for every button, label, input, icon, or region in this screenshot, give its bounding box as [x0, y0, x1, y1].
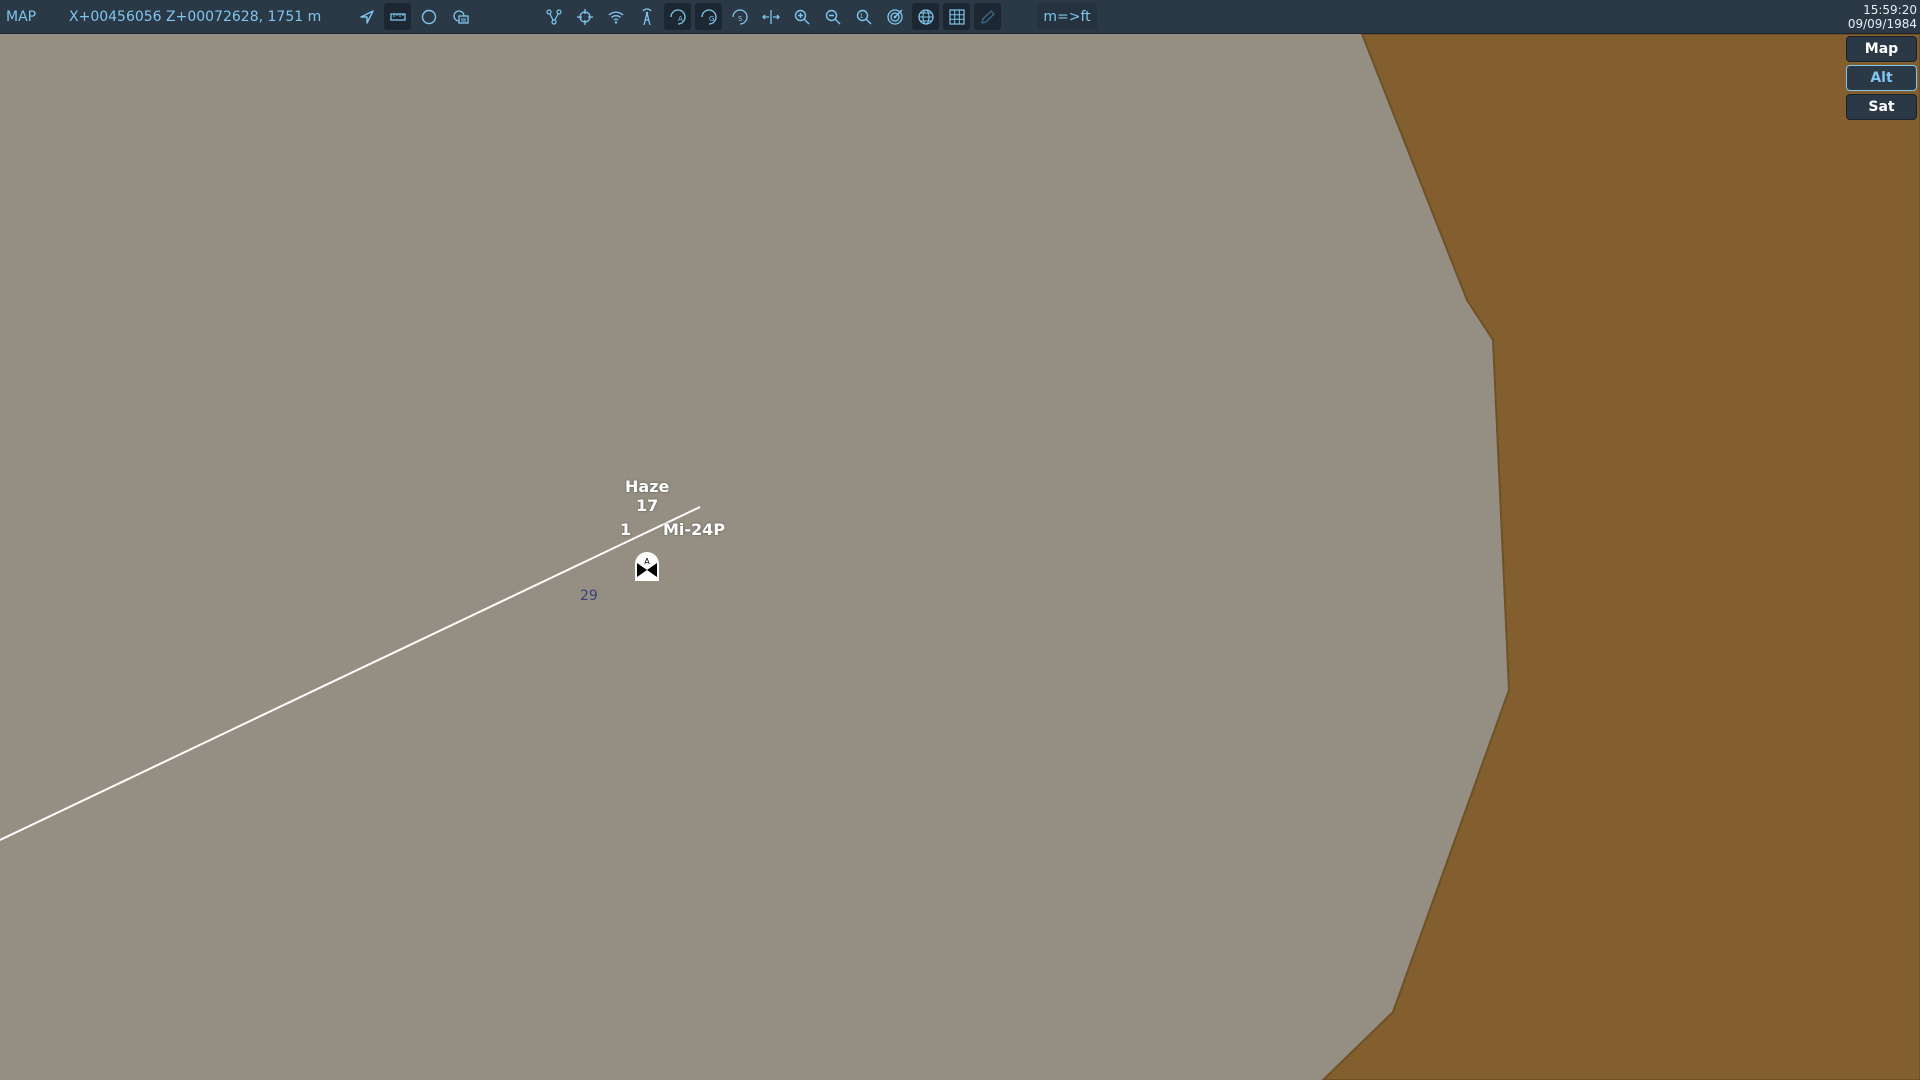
- zoom-reset-icon[interactable]: 1: [850, 3, 877, 30]
- svg-text:1: 1: [859, 13, 863, 20]
- zoom-in-icon[interactable]: [788, 3, 815, 30]
- high-terrain-region: [1321, 34, 1920, 1080]
- unit-type: Mi-24P: [663, 520, 726, 539]
- unit-callsign: Haze: [625, 477, 670, 496]
- clock: 15:59:20 09/09/1984: [1848, 3, 1917, 31]
- unit-conversion-button[interactable]: m=>ft: [1037, 3, 1097, 30]
- filter-g-icon[interactable]: G: [695, 3, 722, 30]
- map-view[interactable]: Haze 17 1 Mi-24P A 29: [0, 34, 1920, 1080]
- pencil-icon[interactable]: [974, 3, 1001, 30]
- unit-number: 17: [636, 496, 659, 515]
- zoom-out-icon[interactable]: [819, 3, 846, 30]
- ruler-icon[interactable]: [384, 3, 411, 30]
- target-icon[interactable]: [881, 3, 908, 30]
- map-type-alt-button[interactable]: Alt: [1846, 65, 1917, 91]
- route-line: [0, 506, 701, 841]
- globe-icon[interactable]: [912, 3, 939, 30]
- map-type-sat-button[interactable]: Sat: [1846, 94, 1917, 120]
- circle-icon[interactable]: [415, 3, 442, 30]
- filter-a-icon[interactable]: A: [664, 3, 691, 30]
- terrain-layer: [0, 34, 1920, 1080]
- navigate-arrow-icon[interactable]: [353, 3, 380, 30]
- svg-text:A: A: [678, 15, 683, 23]
- cursor-coordinates: X+00456056 Z+00072628, 1751 m: [69, 9, 322, 25]
- map-type-map-button[interactable]: Map: [1846, 36, 1917, 62]
- unit-group-index: 1: [620, 520, 632, 539]
- clock-date: 09/09/1984: [1847, 17, 1917, 31]
- clock-time: 15:59:20: [1863, 3, 1917, 17]
- waypoint-path-icon[interactable]: [540, 3, 567, 30]
- layers-icon[interactable]: [447, 3, 474, 30]
- svg-text:S: S: [738, 15, 743, 23]
- unit-symbol-letter: A: [644, 557, 650, 566]
- crosshair-icon[interactable]: [571, 3, 598, 30]
- svg-text:G: G: [709, 15, 714, 23]
- grid-icon[interactable]: [943, 3, 970, 30]
- expand-horizontal-icon[interactable]: [757, 3, 784, 30]
- route-waypoint-label: 29: [580, 588, 598, 604]
- mode-label: MAP: [6, 9, 37, 25]
- helicopter-unit-icon[interactable]: A: [634, 551, 660, 581]
- filter-s-icon[interactable]: S: [726, 3, 753, 30]
- radio-tower-icon[interactable]: [633, 3, 660, 30]
- top-toolbar: MAP X+00456056 Z+00072628, 1751 m A G S: [0, 0, 1920, 34]
- wifi-icon[interactable]: [602, 3, 629, 30]
